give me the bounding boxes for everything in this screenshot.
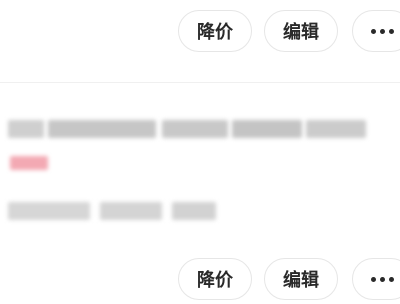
more-options-button[interactable] — [352, 10, 400, 52]
listing-title-redacted — [306, 120, 366, 138]
listing-meta-redacted — [8, 202, 90, 220]
listing-actions-bottom: 降价 编辑 — [0, 254, 400, 304]
edit-button[interactable]: 编辑 — [264, 10, 338, 52]
item-divider — [0, 82, 400, 83]
listing-title-redacted — [162, 120, 228, 138]
listing-title-redacted — [232, 120, 302, 138]
more-horizontal-icon — [370, 28, 394, 34]
listing-title-redacted — [48, 120, 156, 138]
more-options-button[interactable] — [352, 258, 400, 300]
listing-meta-redacted — [100, 202, 162, 220]
edit-button[interactable]: 编辑 — [264, 258, 338, 300]
price-tag-redacted — [10, 156, 48, 170]
more-horizontal-icon — [370, 276, 394, 282]
listing-title-redacted — [8, 120, 44, 138]
listing-meta-redacted — [172, 202, 216, 220]
listing-actions-top: 降价 编辑 — [0, 6, 400, 56]
reduce-price-button[interactable]: 降价 — [178, 10, 252, 52]
reduce-price-button[interactable]: 降价 — [178, 258, 252, 300]
